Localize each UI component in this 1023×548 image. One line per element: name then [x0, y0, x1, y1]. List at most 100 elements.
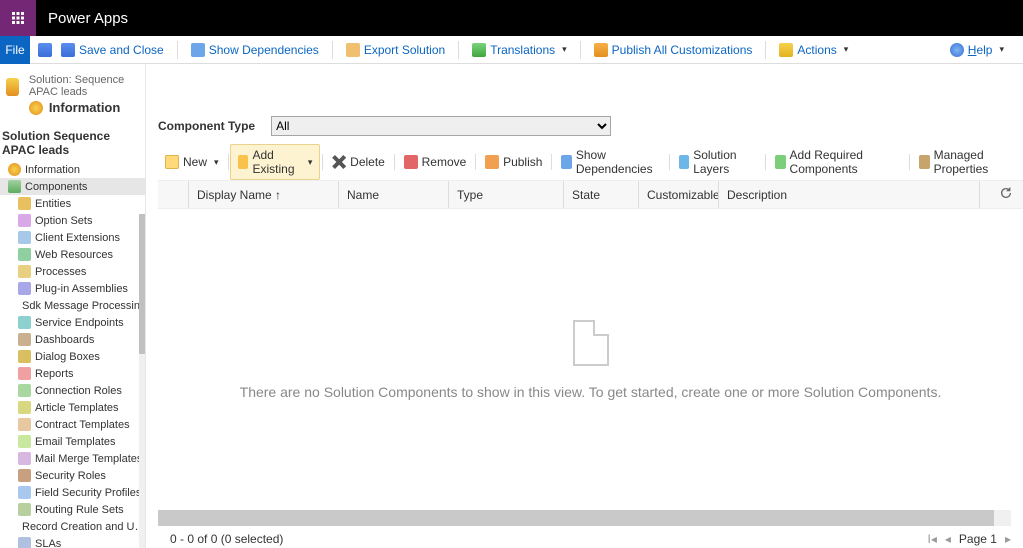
- tree-item-icon: [18, 367, 31, 380]
- tree-node-service-endpoints[interactable]: Service Endpoints: [0, 314, 145, 331]
- add-required-button[interactable]: Add Required Components: [768, 145, 907, 179]
- left-scrollbar[interactable]: [139, 214, 145, 548]
- tree-node-connection-roles[interactable]: Connection Roles: [0, 382, 145, 399]
- tree-item-icon: [18, 282, 31, 295]
- titlebar: Power Apps: [0, 0, 1023, 36]
- grid-header: Display Name ↑ Name Type State Customiza…: [158, 181, 1023, 209]
- publish-all-button[interactable]: Publish All Customizations: [587, 40, 760, 60]
- translations-button[interactable]: Translations: [465, 40, 573, 60]
- left-section-title: Solution Sequence APAC leads: [0, 125, 145, 161]
- left-panel: Solution: Sequence APAC leads Informatio…: [0, 64, 146, 548]
- tree-node-information[interactable]: Information: [0, 161, 145, 178]
- tree-node-mail-merge-templates[interactable]: Mail Merge Templates: [0, 450, 145, 467]
- col-name[interactable]: Name: [338, 181, 448, 208]
- show-dependencies-button-2[interactable]: Show Dependencies: [554, 145, 667, 179]
- horizontal-scrollbar[interactable]: [158, 510, 1011, 526]
- show-dependencies-button[interactable]: Show Dependencies: [184, 40, 326, 60]
- tree-item-icon: [18, 469, 31, 482]
- tree-node-article-templates[interactable]: Article Templates: [0, 399, 145, 416]
- tree-node-email-templates[interactable]: Email Templates: [0, 433, 145, 450]
- col-display-name[interactable]: Display Name ↑: [188, 181, 338, 208]
- tree-node-entities[interactable]: Entities: [0, 195, 145, 212]
- delete-button[interactable]: Delete: [325, 152, 392, 172]
- tree-item-icon: [18, 486, 31, 499]
- tree-node-slas[interactable]: SLAs: [0, 535, 145, 548]
- actions-label: Actions: [797, 43, 836, 57]
- col-type[interactable]: Type: [448, 181, 563, 208]
- tree-label: Security Roles: [35, 470, 106, 482]
- tree-item-icon: [18, 418, 31, 431]
- tree-node-contract-templates[interactable]: Contract Templates: [0, 416, 145, 433]
- tree-label: Web Resources: [35, 249, 113, 261]
- command-bar: File Save and Close Show Dependencies Ex…: [0, 36, 1023, 64]
- tree-item-icon: [18, 503, 31, 516]
- tree-item-icon: [18, 435, 31, 448]
- help-button[interactable]: Help: [943, 40, 1011, 60]
- waffle-icon[interactable]: [0, 0, 36, 36]
- tree-node-plug-in-assemblies[interactable]: Plug-in Assemblies: [0, 280, 145, 297]
- tree-node-option-sets[interactable]: Option Sets: [0, 212, 145, 229]
- export-icon: [346, 43, 360, 57]
- tree-node-components[interactable]: Components: [0, 178, 145, 195]
- show-dependencies-label: Show Dependencies: [209, 43, 319, 57]
- tree-item-icon: [18, 231, 31, 244]
- subtoolbar: New Add Existing Delete Remove Publish S…: [158, 144, 1023, 181]
- tree-node-dashboards[interactable]: Dashboards: [0, 331, 145, 348]
- tree-label: Email Templates: [35, 436, 116, 448]
- tree-item-icon: [18, 265, 31, 278]
- add-existing-icon: [238, 155, 248, 169]
- tree-node-processes[interactable]: Processes: [0, 263, 145, 280]
- grid-footer: 0 - 0 of 0 (0 selected) I◂ ◂ Page 1 ▸: [158, 530, 1023, 548]
- add-existing-button[interactable]: Add Existing: [230, 144, 320, 180]
- remove-icon: [404, 155, 418, 169]
- col-state[interactable]: State: [563, 181, 638, 208]
- tree-node-sdk-message-processin[interactable]: Sdk Message Processin…: [0, 297, 145, 314]
- save-close-icon: [61, 43, 75, 57]
- tree-node-client-extensions[interactable]: Client Extensions: [0, 229, 145, 246]
- tree-label: Information: [25, 164, 80, 176]
- prev-page-icon[interactable]: ◂: [945, 532, 951, 546]
- actions-button[interactable]: Actions: [772, 40, 855, 60]
- solution-tree: Information Components EntitiesOption Se…: [0, 161, 145, 548]
- export-solution-button[interactable]: Export Solution: [339, 40, 452, 60]
- tree-node-web-resources[interactable]: Web Resources: [0, 246, 145, 263]
- empty-message: There are no Solution Components to show…: [240, 384, 942, 400]
- solution-layers-button[interactable]: Solution Layers: [672, 145, 764, 179]
- tree-item-icon: [18, 384, 31, 397]
- tree-item-icon: [18, 248, 31, 261]
- publish-button[interactable]: Publish: [478, 152, 549, 172]
- managed-properties-button[interactable]: Managed Properties: [912, 145, 1023, 179]
- remove-button[interactable]: Remove: [397, 152, 474, 172]
- file-tab[interactable]: File: [0, 36, 30, 64]
- new-button[interactable]: New: [158, 152, 226, 172]
- first-page-icon[interactable]: I◂: [928, 532, 937, 546]
- col-customizable[interactable]: Customizable…: [638, 181, 718, 208]
- refresh-icon[interactable]: [999, 186, 1023, 203]
- info-node-icon: [8, 163, 21, 176]
- tree-node-record-creation-and-u[interactable]: Record Creation and U…: [0, 518, 145, 535]
- components-node-icon: [8, 180, 21, 193]
- tree-item-icon: [18, 350, 31, 363]
- tree-label: Field Security Profiles: [35, 487, 141, 499]
- tree-item-icon: [18, 401, 31, 414]
- tree-label: Routing Rule Sets: [35, 504, 124, 516]
- col-description[interactable]: Description: [718, 181, 979, 208]
- help-icon: [950, 43, 964, 57]
- tree-label: Client Extensions: [35, 232, 120, 244]
- info-icon: [6, 78, 19, 96]
- dependencies-icon: [191, 43, 205, 57]
- tree-node-security-roles[interactable]: Security Roles: [0, 467, 145, 484]
- tree-label: SLAs: [35, 538, 61, 548]
- save-and-close-button[interactable]: Save and Close: [54, 40, 171, 60]
- tree-node-reports[interactable]: Reports: [0, 365, 145, 382]
- add-required-icon: [775, 155, 786, 169]
- next-page-icon[interactable]: ▸: [1005, 532, 1011, 546]
- tree-node-routing-rule-sets[interactable]: Routing Rule Sets: [0, 501, 145, 518]
- tree-node-field-security-profiles[interactable]: Field Security Profiles: [0, 484, 145, 501]
- tree-label: Dashboards: [35, 334, 94, 346]
- component-type-select[interactable]: All: [271, 116, 611, 136]
- actions-icon: [779, 43, 793, 57]
- tree-node-dialog-boxes[interactable]: Dialog Boxes: [0, 348, 145, 365]
- tree-label: Service Endpoints: [35, 317, 124, 329]
- publish-all-label: Publish All Customizations: [612, 43, 753, 57]
